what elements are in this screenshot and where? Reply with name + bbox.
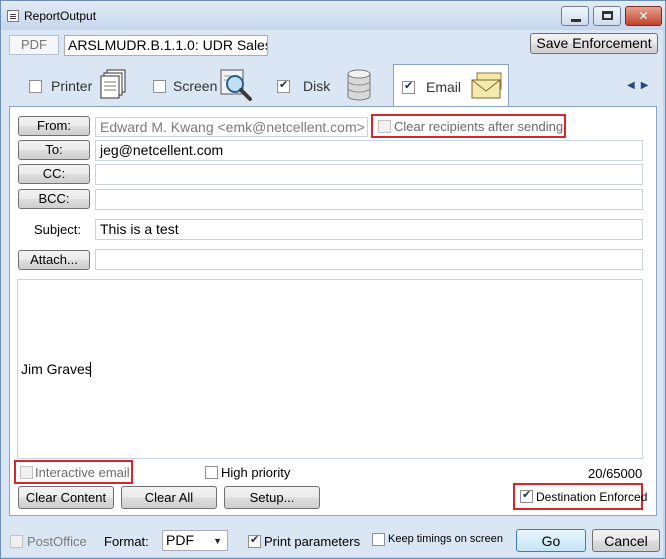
tab-printer[interactable]: Printer xyxy=(19,64,135,106)
message-body[interactable]: Jim Graves xyxy=(17,279,643,459)
close-icon: ✕ xyxy=(638,9,649,23)
tab-scroll-left-icon[interactable]: ◀ xyxy=(627,80,641,91)
tab-screen[interactable]: Screen xyxy=(141,64,257,106)
from-button[interactable]: From: xyxy=(18,116,90,136)
go-button[interactable]: Go xyxy=(516,529,586,552)
text-cursor xyxy=(90,362,91,377)
screen-checkbox[interactable] xyxy=(153,80,166,93)
postoffice-label: PostOffice xyxy=(27,534,87,549)
high-priority-label: High priority xyxy=(221,465,291,480)
save-enforcement-button[interactable]: Save Enforcement xyxy=(530,33,658,54)
clear-recipients-label: Clear recipients after sending xyxy=(394,119,564,134)
title-bar[interactable]: ReportOutput ✕ xyxy=(1,1,665,31)
attach-field[interactable] xyxy=(95,249,643,270)
cc-button[interactable]: CC: xyxy=(18,164,90,184)
keep-timings-label: Keep timings on screen xyxy=(388,533,503,545)
print-parameters-checkbox[interactable] xyxy=(248,533,261,548)
tab-email[interactable]: Email xyxy=(393,64,509,107)
subject-label: Subject: xyxy=(34,222,81,237)
bcc-field[interactable] xyxy=(95,189,643,210)
interactive-email-checkbox[interactable] xyxy=(20,466,33,479)
envelopes-icon xyxy=(471,72,502,99)
format-label: Format: xyxy=(104,534,149,549)
tab-scroll-arrows[interactable]: ◀▶ xyxy=(627,80,654,91)
postoffice-checkbox[interactable] xyxy=(10,535,23,548)
magnifier-icon xyxy=(220,69,252,101)
clear-recipients-checkbox[interactable] xyxy=(378,120,391,133)
maximize-icon xyxy=(602,11,613,20)
tab-printer-label: Printer xyxy=(51,78,93,94)
clear-content-button[interactable]: Clear Content xyxy=(18,486,114,509)
subject-field[interactable]: This is a test xyxy=(95,219,643,240)
keep-timings-checkbox[interactable] xyxy=(372,533,385,546)
printer-pages-icon xyxy=(100,69,126,99)
destination-enforced-label: Destination Enforced xyxy=(536,490,648,504)
print-parameters-label: Print parameters xyxy=(264,534,361,549)
disk-checkbox[interactable] xyxy=(277,78,290,93)
high-priority-checkbox[interactable] xyxy=(205,466,218,479)
to-button[interactable]: To: xyxy=(18,140,90,160)
cc-field[interactable] xyxy=(95,164,643,185)
database-icon xyxy=(347,69,371,101)
report-name-field[interactable]: ARSLMUDR.B.1.1.0: UDR Salesm xyxy=(64,35,268,56)
message-body-text: Jim Graves xyxy=(21,361,92,377)
setup-button[interactable]: Setup... xyxy=(224,486,320,509)
bcc-button[interactable]: BCC: xyxy=(18,189,90,209)
app-icon xyxy=(7,10,19,22)
character-count: 20/65000 xyxy=(588,466,643,481)
minimize-button[interactable] xyxy=(561,6,589,26)
printer-checkbox[interactable] xyxy=(29,80,42,93)
attach-button[interactable]: Attach... xyxy=(18,250,90,270)
tab-email-label: Email xyxy=(426,79,462,95)
email-checkbox[interactable] xyxy=(402,79,415,94)
window-title: ReportOutput xyxy=(24,9,97,23)
tab-disk[interactable]: Disk xyxy=(263,64,379,106)
to-field[interactable]: jeg@netcellent.com xyxy=(95,140,643,161)
tab-disk-label: Disk xyxy=(303,78,331,94)
format-select[interactable]: PDF ▼ xyxy=(162,530,228,551)
destination-tabs: Printer Screen Disk xyxy=(1,64,663,107)
format-badge: PDF xyxy=(9,35,59,55)
maximize-button[interactable] xyxy=(593,6,621,26)
chevron-down-icon: ▼ xyxy=(213,536,222,546)
interactive-email-label: Interactive email xyxy=(35,465,130,480)
destination-enforced-checkbox[interactable] xyxy=(520,488,533,503)
minimize-icon xyxy=(571,19,581,22)
tab-screen-label: Screen xyxy=(173,78,218,94)
tab-scroll-right-icon[interactable]: ▶ xyxy=(641,80,655,91)
clear-all-button[interactable]: Clear All xyxy=(121,486,217,509)
close-button[interactable]: ✕ xyxy=(625,6,662,26)
from-field[interactable]: Edward M. Kwang <emk@netcellent.com> xyxy=(95,117,368,137)
cancel-button[interactable]: Cancel xyxy=(592,529,660,552)
format-select-value: PDF xyxy=(166,532,194,548)
